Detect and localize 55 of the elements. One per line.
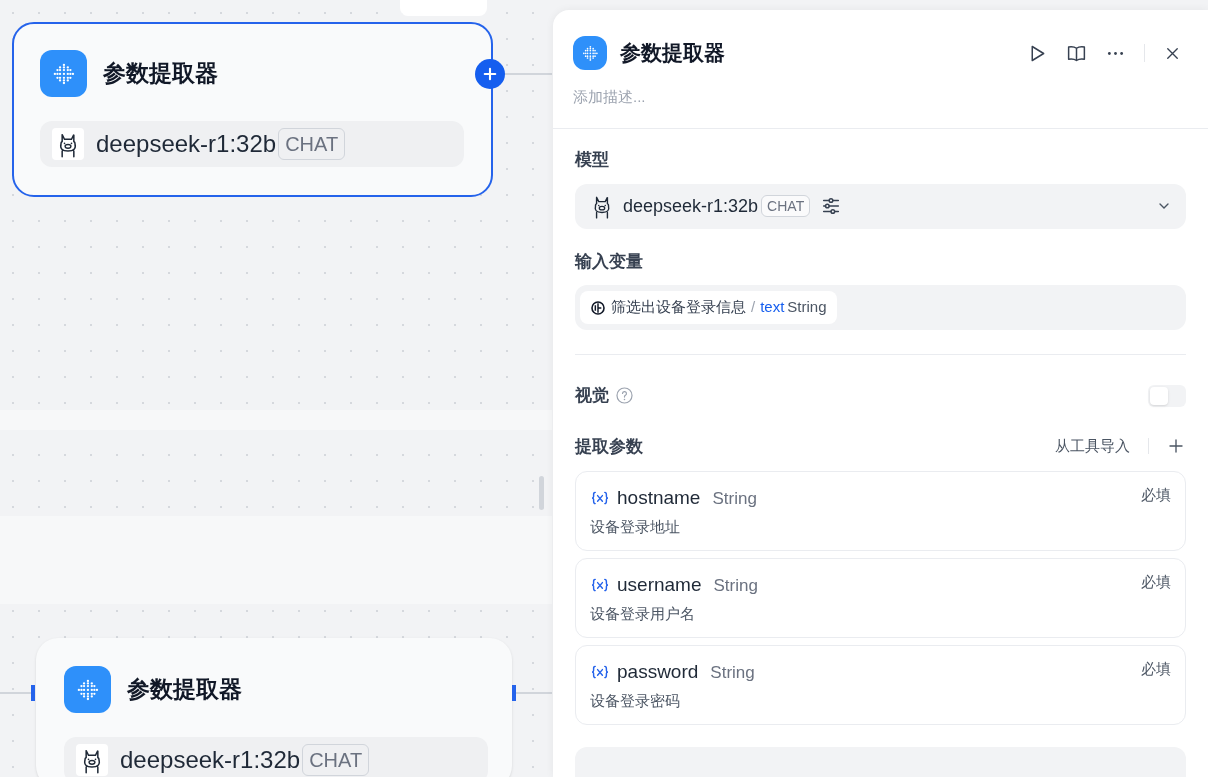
variable-field[interactable]: 筛选出设备登录信息 / text String xyxy=(575,285,1186,330)
parameter-description: 设备登录密码 xyxy=(590,690,680,711)
node-type-icon xyxy=(64,666,111,713)
section-label: 模型 xyxy=(575,149,609,171)
model-tag: CHAT xyxy=(278,128,346,160)
description-field[interactable]: 添加描述... xyxy=(573,84,1173,108)
vision-toggle[interactable] xyxy=(1148,384,1186,407)
node-icon xyxy=(590,299,606,316)
node-title: 参数提取器 xyxy=(103,59,218,89)
help-icon xyxy=(615,386,634,406)
parameter-name: username xyxy=(617,573,702,597)
scrollbar[interactable] xyxy=(539,476,544,510)
add-icon[interactable] xyxy=(1167,437,1185,456)
required-label: 必填 xyxy=(1141,659,1171,679)
variable-icon xyxy=(590,490,610,507)
required-label: 必填 xyxy=(1141,485,1171,505)
node-name: 筛选出设备登录信息 xyxy=(611,297,746,318)
node-type-icon xyxy=(40,50,87,97)
parameter-type: String xyxy=(712,487,757,510)
parameter-card[interactable]: username String 必填 设备登录用户名 xyxy=(575,558,1186,638)
parameter-name: password xyxy=(617,660,699,684)
source-handle[interactable] xyxy=(512,685,516,701)
import-from-tool-button[interactable]: 从工具导入 xyxy=(1055,435,1130,458)
model-select[interactable]: deepseek-r1:32b CHAT xyxy=(575,183,1186,229)
variable-type: String xyxy=(787,297,827,318)
parameter-card[interactable]: password String 必填 设备登录密码 xyxy=(575,645,1186,725)
variable-icon xyxy=(590,664,610,681)
path-separator: / xyxy=(751,297,756,318)
required-label: 必填 xyxy=(1141,572,1171,592)
model-name: deepseek-r1:32b xyxy=(623,194,759,218)
model-tag: CHAT xyxy=(302,744,370,776)
model-tag: CHAT xyxy=(761,195,811,217)
target-handle[interactable] xyxy=(31,685,35,701)
parameter-description: 设备登录用户名 xyxy=(590,603,695,624)
section-label: 输入变量 xyxy=(575,250,643,273)
section-label: 提取参数 xyxy=(575,435,643,458)
parameter-description: 设备登录地址 xyxy=(590,516,680,537)
parameter-type: String xyxy=(713,574,758,597)
variable-name: text xyxy=(760,297,785,318)
node-type-icon xyxy=(573,36,607,70)
node-title: 参数提取器 xyxy=(127,675,242,705)
parameter-card[interactable]: hostname String 必填 设备登录地址 xyxy=(575,471,1186,551)
section-label: 视觉 xyxy=(575,385,609,407)
edge-line xyxy=(0,692,34,694)
parameter-name: hostname xyxy=(617,486,701,510)
model-name: deepseek-r1:32b xyxy=(120,745,301,775)
add-node-handle[interactable] xyxy=(475,59,505,89)
panel-title: 参数提取器 xyxy=(620,40,725,67)
edge-line xyxy=(516,692,552,694)
parameter-type: String xyxy=(710,661,755,684)
variable-icon xyxy=(590,577,610,594)
variable-chip[interactable]: 筛选出设备登录信息 / text String xyxy=(580,291,837,324)
model-name: deepseek-r1:32b xyxy=(96,129,277,159)
node-card[interactable]: 参数提取器 deepseek-r1:32b CHAT xyxy=(12,22,493,197)
node-card[interactable]: 参数提取器 deepseek-r1:32b CHAT xyxy=(36,638,512,777)
